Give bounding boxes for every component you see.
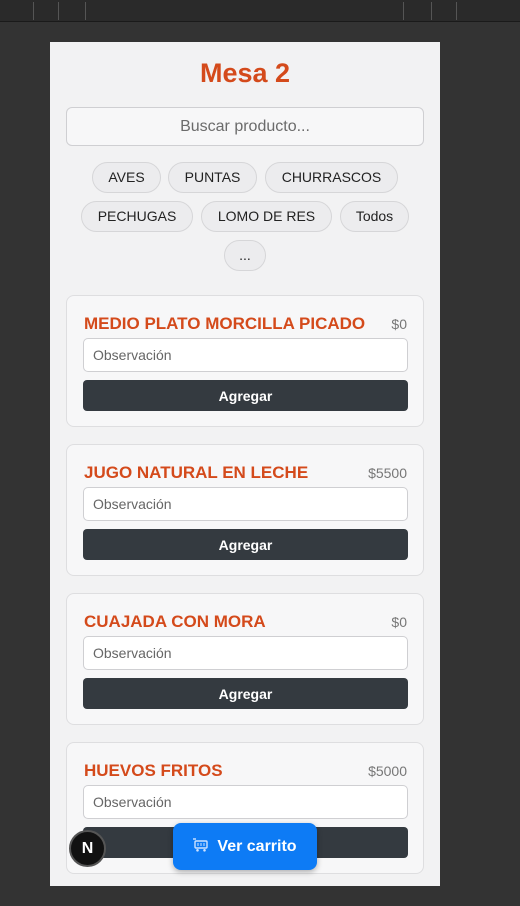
view-cart-button[interactable]: Ver carrito [173, 823, 317, 870]
product-price: $5500 [368, 465, 407, 481]
product-price: $0 [391, 614, 407, 630]
category-chip-puntas[interactable]: PUNTAS [168, 162, 257, 193]
page-title: Mesa 2 [199, 58, 291, 88]
product-name: MEDIO PLATO MORCILLA PICADO [84, 314, 366, 333]
toolbar-divider [403, 2, 404, 20]
add-button[interactable]: Agregar [83, 678, 408, 709]
toolbar-divider [85, 2, 86, 20]
add-button[interactable]: Agregar [83, 380, 408, 411]
product-name: JUGO NATURAL EN LECHE [84, 463, 309, 482]
observation-input[interactable] [83, 636, 408, 670]
view-cart-label: Ver carrito [217, 837, 297, 855]
product-name: HUEVOS FRITOS [84, 761, 223, 780]
toolbar-divider [33, 2, 34, 20]
product-name: CUAJADA CON MORA [84, 612, 266, 631]
category-chip-pechugas[interactable]: PECHUGAS [81, 201, 193, 232]
product-card: MEDIO PLATO MORCILLA PICADO $0 Agregar [66, 295, 424, 427]
product-price: $0 [391, 316, 407, 332]
menu-panel: Mesa 2 AVES PUNTAS CHURRASCOS PECHUGAS L… [50, 42, 440, 886]
add-button[interactable]: Agregar [83, 529, 408, 560]
dev-tools-badge[interactable]: N [69, 830, 106, 867]
category-chip-more[interactable]: ... [224, 240, 266, 271]
observation-input[interactable] [83, 487, 408, 521]
toolbar-divider [456, 2, 457, 20]
observation-input[interactable] [83, 785, 408, 819]
toolbar-divider [431, 2, 432, 20]
toolbar-divider [58, 2, 59, 20]
category-chip-lomo-de-res[interactable]: LOMO DE RES [201, 201, 332, 232]
product-price: $5000 [368, 763, 407, 779]
search-input[interactable] [66, 107, 424, 146]
observation-input[interactable] [83, 338, 408, 372]
category-chip-todos[interactable]: Todos [340, 201, 409, 232]
product-card: CUAJADA CON MORA $0 Agregar [66, 593, 424, 725]
product-card: JUGO NATURAL EN LECHE $5500 Agregar [66, 444, 424, 576]
category-chip-churrascos[interactable]: CHURRASCOS [265, 162, 398, 193]
category-chip-aves[interactable]: AVES [92, 162, 161, 193]
top-toolbar [0, 0, 520, 22]
cart-icon [193, 837, 209, 856]
